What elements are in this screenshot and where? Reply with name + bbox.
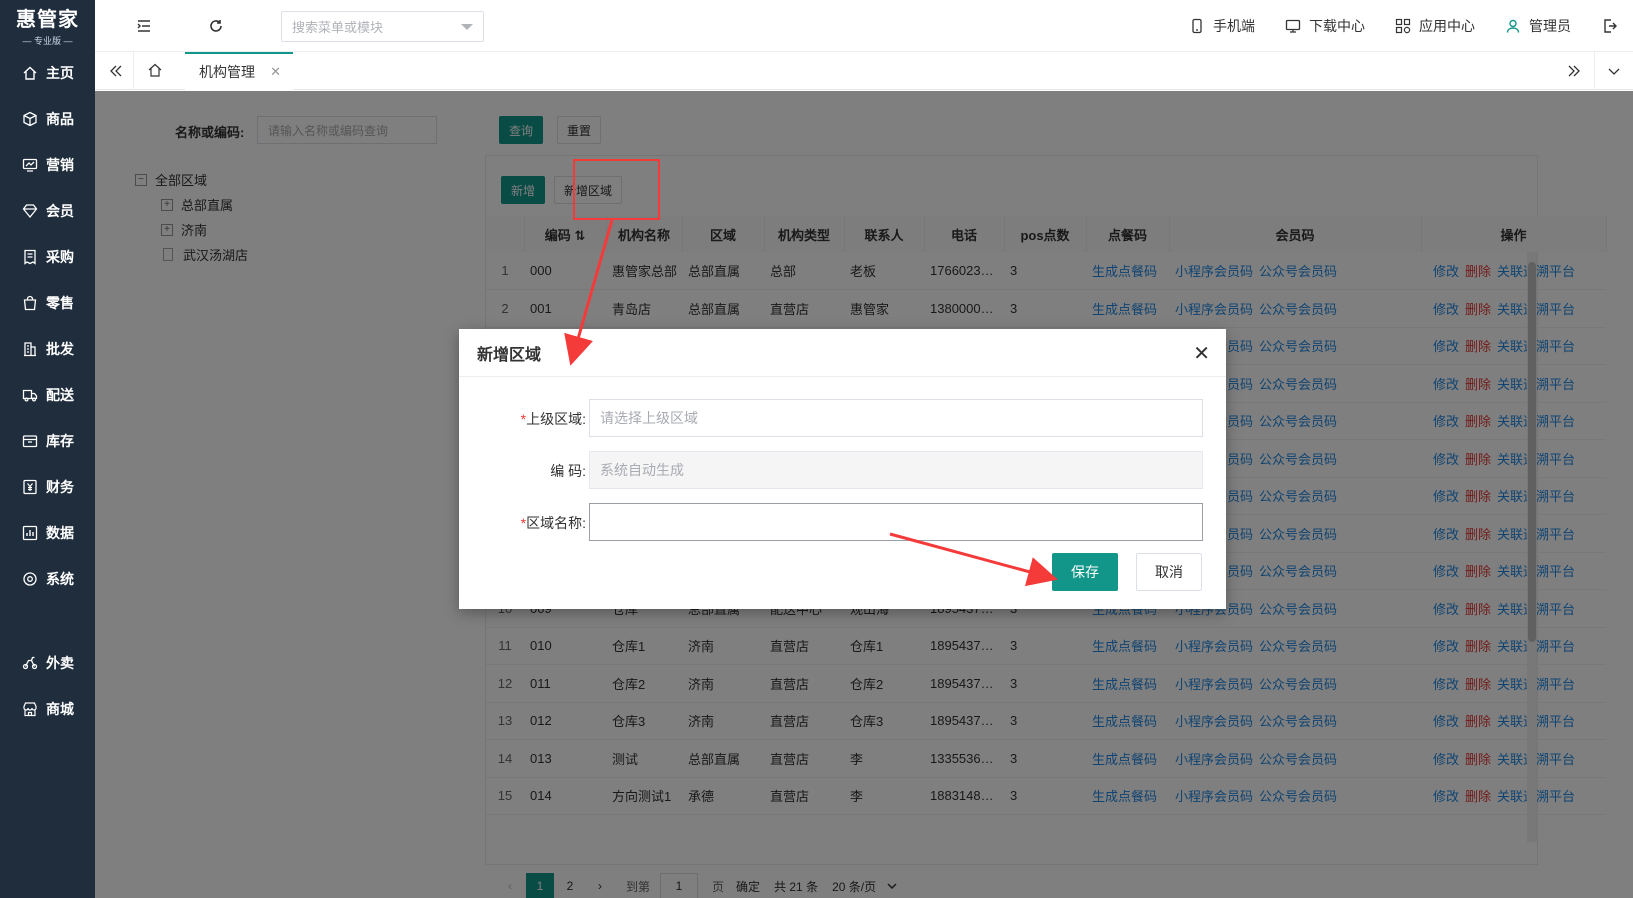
tabs-scroll-right-icon[interactable] (1565, 62, 1583, 80)
parent-region-label: *上级区域: (520, 411, 586, 427)
tab-close-icon[interactable]: ✕ (270, 64, 281, 80)
shopping-bag-icon (23, 295, 37, 311)
tab-org-management[interactable]: 机构管理 ✕ (185, 52, 293, 90)
download-center-link[interactable]: 下载中心 (1285, 16, 1365, 36)
code-input: 系统自动生成 (589, 451, 1203, 489)
top-header: 搜索菜单或模块 手机端 下载中心 应用中心 管理员 (95, 0, 1633, 52)
code-row: 编 码: 系统自动生成 (459, 451, 1226, 489)
code-placeholder: 系统自动生成 (600, 462, 684, 478)
close-icon[interactable]: ✕ (1193, 341, 1210, 366)
chart-screen-icon (22, 158, 38, 172)
app-center-label: 应用中心 (1419, 18, 1475, 34)
cube-icon (23, 111, 37, 127)
sidebar-item-sidebar.items8[interactable]: 库存 (0, 418, 95, 464)
sidebar-item-label: 库存 (46, 433, 74, 449)
mobile-label: 手机端 (1213, 18, 1255, 34)
home-tab-icon[interactable] (146, 61, 164, 79)
tabs-menu-chevron-icon[interactable] (1605, 62, 1623, 80)
bar-chart-icon (22, 525, 38, 541)
menu-search-select[interactable]: 搜索菜单或模块 (281, 11, 484, 42)
monitor-icon (1285, 19, 1301, 33)
sidebar-item-label: 配送 (46, 387, 74, 403)
parent-region-placeholder: 请选择上级区域 (600, 410, 698, 426)
sidebar-item-label: 数据 (46, 525, 74, 541)
sidebar-item-label: 系统 (46, 571, 74, 587)
download-center-label: 下载中心 (1309, 18, 1365, 34)
sidebar-item-label: 财务 (46, 479, 74, 495)
region-name-input[interactable] (589, 503, 1203, 541)
tabs-scroll-left-icon[interactable] (107, 62, 125, 80)
tab-bar: 机构管理 ✕ (95, 52, 1633, 90)
sidebar-item-label: 外卖 (46, 655, 74, 671)
sidebar-item-label: 主页 (46, 65, 74, 81)
mobile-icon (1192, 18, 1202, 34)
user-avatar-icon (1506, 19, 1520, 33)
chevron-down-icon (461, 24, 473, 30)
logo-title: 惠管家 (16, 9, 79, 31)
logout-icon[interactable] (1601, 17, 1619, 35)
sidebar-item-label: 营销 (46, 157, 74, 173)
sidebar-item-sidebar.extra_items1[interactable]: 商城 (0, 686, 95, 732)
sidebar-item-sidebar.items5[interactable]: 零售 (0, 280, 95, 326)
sidebar-item-label: 零售 (46, 295, 74, 311)
truck-icon (22, 389, 38, 402)
settings-icon (23, 572, 37, 586)
app-center-link[interactable]: 应用中心 (1395, 16, 1475, 36)
sidebar-item-sidebar.items9[interactable]: 财务 (0, 464, 95, 510)
yuan-icon (23, 479, 37, 495)
cancel-button[interactable]: 取消 (1136, 553, 1202, 591)
dialog-title: 新增区域 (459, 329, 1226, 377)
sidebar-item-label: 商城 (46, 701, 74, 717)
sidebar-item-sidebar.items6[interactable]: 批发 (0, 326, 95, 372)
sidebar-item-label: 批发 (46, 341, 74, 357)
menu-search-placeholder: 搜索菜单或模块 (292, 20, 384, 35)
sidebar-item-sidebar.items0[interactable]: 主页 (0, 50, 95, 96)
parent-region-row: *上级区域: 请选择上级区域 (459, 399, 1226, 437)
sidebar-item-sidebar.items10[interactable]: 数据 (0, 510, 95, 556)
annotation-highlight-box (573, 159, 660, 220)
parent-region-select[interactable]: 请选择上级区域 (589, 399, 1203, 437)
box-icon (22, 435, 38, 448)
menu-fold-icon[interactable] (135, 17, 153, 35)
region-name-label: *区域名称: (520, 515, 586, 531)
sidebar: 惠管家 — 专业版 — 主页商品营销会员采购零售批发配送库存财务数据系统 外卖商… (0, 0, 95, 898)
save-button[interactable]: 保存 (1052, 553, 1118, 591)
sidebar-item-sidebar.items2[interactable]: 营销 (0, 142, 95, 188)
sidebar-item-sidebar.items1[interactable]: 商品 (0, 96, 95, 142)
sidebar-item-label: 商品 (46, 111, 74, 127)
sidebar-item-sidebar.items7[interactable]: 配送 (0, 372, 95, 418)
tab-label: 机构管理 (199, 64, 255, 80)
sidebar-item-label: 采购 (46, 249, 74, 265)
sidebar-item-sidebar.items4[interactable]: 采购 (0, 234, 95, 280)
user-name: 管理员 (1529, 18, 1571, 34)
sidebar-item-sidebar.items11[interactable]: 系统 (0, 556, 95, 602)
sidebar-item-sidebar.items3[interactable]: 会员 (0, 188, 95, 234)
logo-subtitle: — 专业版 — (22, 36, 73, 46)
store-icon (23, 702, 37, 717)
grid-apps-icon (1395, 18, 1411, 34)
building-icon (24, 342, 36, 357)
receipt-icon (24, 249, 36, 265)
diamond-icon (22, 204, 38, 219)
scooter-icon (22, 656, 38, 670)
add-region-dialog: 新增区域 ✕ *上级区域: 请选择上级区域 编 码: 系统自动生成 *区域名称:… (459, 329, 1226, 609)
sidebar-item-label: 会员 (46, 203, 74, 219)
region-name-row: *区域名称: (459, 503, 1226, 541)
code-label: 编 码: (550, 463, 586, 479)
sidebar-item-sidebar.extra_items0[interactable]: 外卖 (0, 640, 95, 686)
logo[interactable]: 惠管家 — 专业版 — (0, 0, 95, 50)
user-menu[interactable]: 管理员 (1505, 16, 1571, 36)
home-icon (23, 66, 37, 80)
mobile-link[interactable]: 手机端 (1189, 16, 1255, 36)
refresh-icon[interactable] (207, 17, 225, 35)
